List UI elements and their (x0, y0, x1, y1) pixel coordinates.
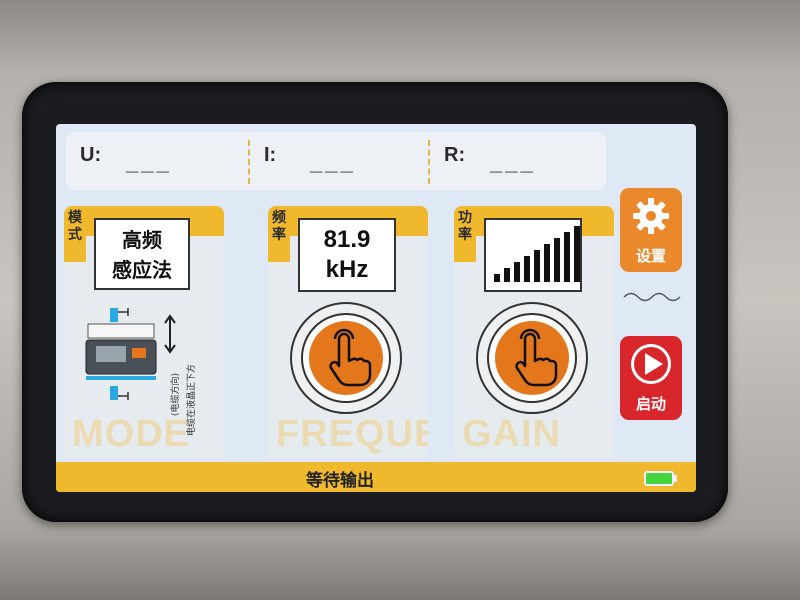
frequency-watermark: FREQUE (276, 413, 428, 455)
frequency-value: 81.9 (323, 226, 371, 253)
resistance-readout: R: ___ (430, 132, 606, 190)
status-bar: 等待输出 (56, 462, 696, 492)
gain-level-bar (554, 238, 560, 282)
frequency-touch-button[interactable] (290, 302, 402, 414)
gain-level-bar (574, 226, 580, 282)
touch-hand-icon (515, 328, 558, 387)
measurement-readout-bar: U: ___ I: ___ R: ___ (66, 132, 606, 190)
gain-tab-label: 功率 (458, 210, 472, 243)
voltage-label: U: (80, 144, 102, 166)
cable-position-illustration-icon (85, 308, 157, 400)
gain-level-bar (514, 262, 520, 282)
mode-value-line1: 高频 (122, 228, 162, 252)
mode-watermark: MODE (72, 413, 190, 455)
gear-icon (633, 198, 669, 234)
touch-hand-icon (329, 328, 372, 387)
voltage-value: ___ (126, 150, 172, 175)
frequency-tab-label: 频率 (272, 210, 286, 243)
current-readout: I: ___ (250, 132, 430, 190)
resistance-label: R: (444, 144, 466, 166)
signal-wave-icon (623, 292, 681, 302)
gain-level-bar (494, 274, 500, 282)
gain-watermark: GAIN (462, 413, 561, 455)
gain-level-bar (504, 268, 510, 282)
start-button[interactable]: 启动 (620, 336, 682, 420)
resistance-value: ___ (490, 150, 536, 175)
mode-tab-label: 模式 (68, 210, 82, 243)
gain-touch-button[interactable] (476, 302, 588, 414)
frequency-value-box[interactable]: 81.9 kHz (298, 218, 396, 292)
gain-card[interactable]: 功率 GAIN (454, 206, 614, 458)
mode-value-line2: 感应法 (112, 258, 172, 282)
gain-level-bar (544, 244, 550, 282)
lcd-screen: U: ___ I: ___ R: ___ 模式 高频 感应法 (电缆方向) 电缆… (56, 124, 696, 492)
settings-button[interactable]: 设置 (620, 188, 682, 272)
gain-level-bar (524, 256, 530, 282)
voltage-readout: U: ___ (66, 132, 246, 190)
mode-card[interactable]: 模式 高频 感应法 (电缆方向) 电缆在液晶正下方 MODE (64, 206, 224, 458)
gain-level-bar (564, 232, 570, 282)
up-down-arrow-icon (164, 314, 176, 354)
settings-label: 设置 (635, 247, 666, 265)
gain-level-bar (534, 250, 540, 282)
frequency-unit: kHz (325, 256, 369, 283)
mode-value-box[interactable]: 高频 感应法 (94, 218, 190, 290)
battery-icon (644, 471, 677, 486)
status-text: 等待输出 (306, 471, 374, 491)
gain-level-box[interactable] (484, 218, 582, 292)
current-value: ___ (310, 150, 356, 175)
cable-direction-note: (电缆方向) (171, 372, 181, 416)
current-label: I: (264, 144, 277, 166)
gain-level-bars (494, 226, 580, 282)
play-icon (631, 344, 671, 384)
start-label: 启动 (635, 395, 666, 413)
frequency-card[interactable]: 频率 81.9 kHz FREQUE (268, 206, 428, 458)
